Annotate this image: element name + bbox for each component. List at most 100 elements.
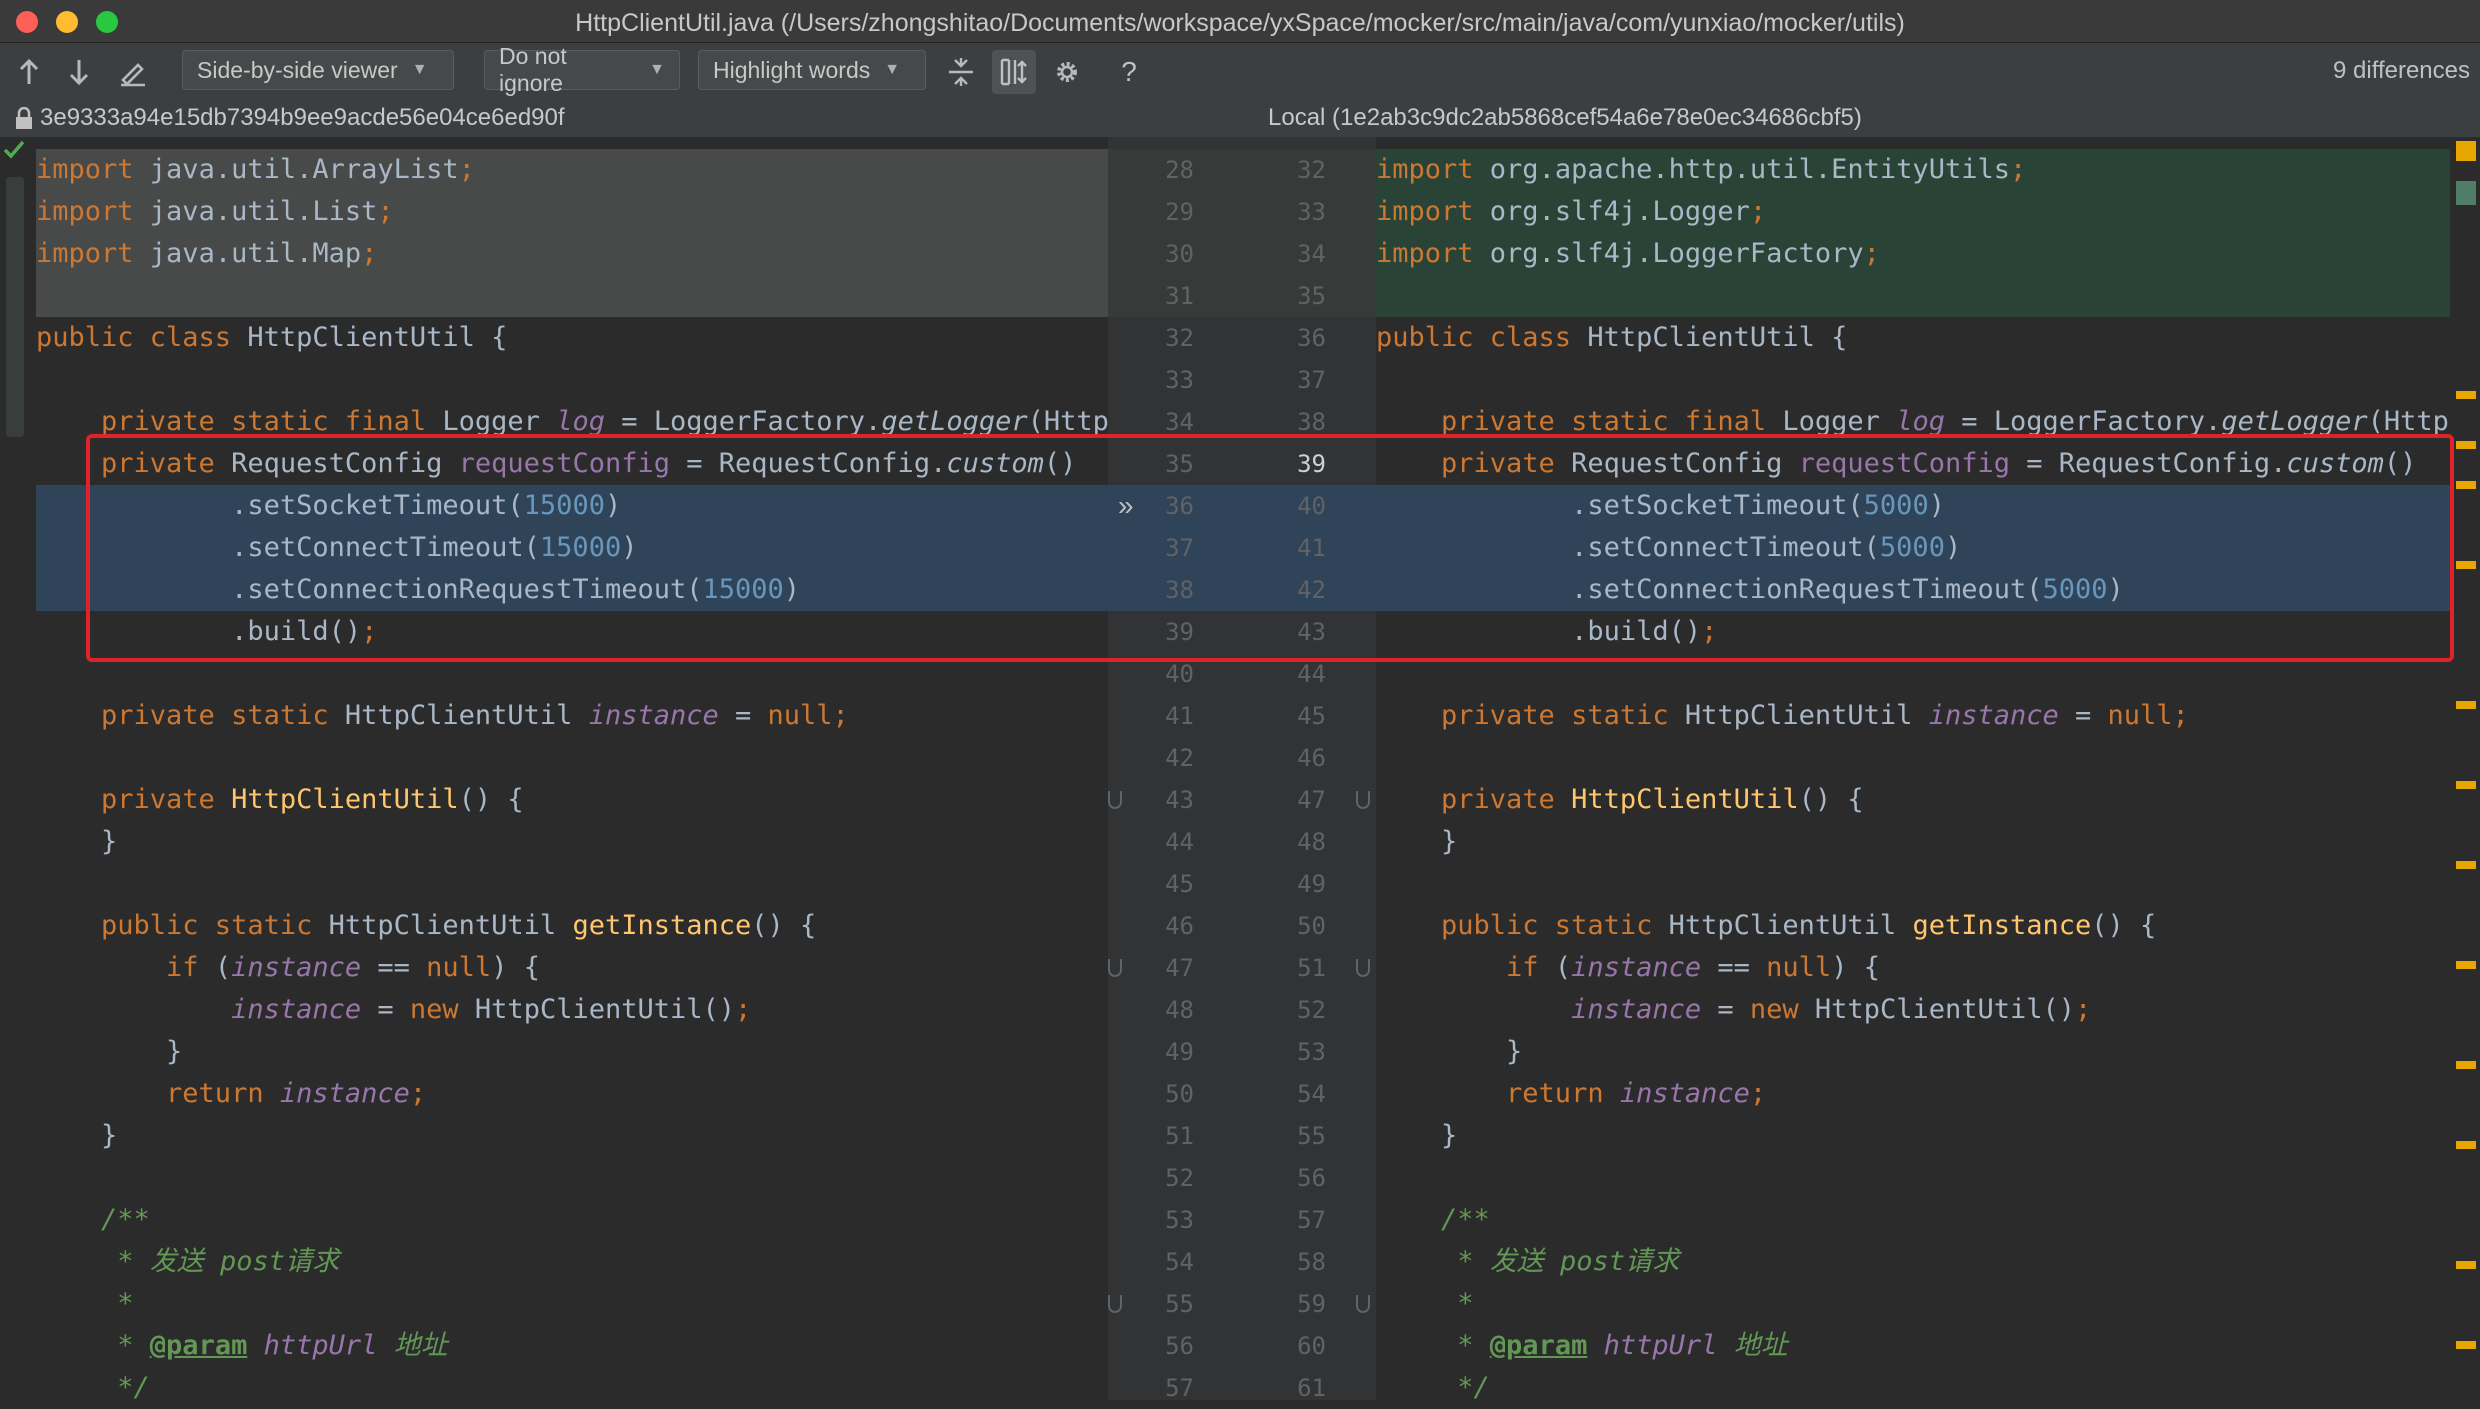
right-line-number: 54 bbox=[1297, 1080, 1326, 1108]
code-token: ( bbox=[1554, 952, 1572, 983]
fold-marker-icon[interactable] bbox=[1356, 959, 1370, 977]
code-line: * bbox=[36, 1283, 133, 1325]
code-line: import java.util.Map; bbox=[36, 233, 377, 275]
code-token: /** bbox=[36, 1204, 150, 1235]
change-marker[interactable] bbox=[2456, 1261, 2476, 1269]
left-line-number: 39 bbox=[1165, 618, 1194, 646]
change-marker[interactable] bbox=[2456, 781, 2476, 789]
right-line-number: 61 bbox=[1297, 1374, 1326, 1402]
settings-button[interactable] bbox=[1050, 55, 1084, 89]
chevron-down-icon: ▼ bbox=[411, 61, 428, 78]
code-token: ) bbox=[604, 490, 622, 521]
error-stripe[interactable] bbox=[2450, 137, 2480, 1400]
code-token: == bbox=[1701, 952, 1767, 983]
code-line: .setSocketTimeout(5000) bbox=[1376, 485, 1945, 527]
change-marker[interactable] bbox=[2456, 561, 2476, 569]
code-token: ; bbox=[2075, 994, 2092, 1025]
code-line: * @param httpUrl 地址 bbox=[36, 1325, 447, 1367]
help-button[interactable]: ? bbox=[1114, 55, 1144, 89]
change-marker[interactable] bbox=[2456, 481, 2476, 489]
code-line: } bbox=[1376, 1031, 1522, 1073]
ignore-whitespace-dropdown[interactable]: Do not ignore ▼ bbox=[484, 43, 680, 96]
code-token: HttpClientUtil { bbox=[1587, 322, 1848, 353]
change-marker[interactable] bbox=[2456, 181, 2476, 205]
code-token: java.util.List bbox=[149, 196, 378, 227]
code-token: () { bbox=[1798, 784, 1864, 815]
code-token: .setConnectTimeout( bbox=[1376, 532, 1880, 563]
right-line-number: 52 bbox=[1297, 996, 1326, 1024]
synchronize-scrolling-toggle[interactable] bbox=[992, 50, 1036, 94]
code-token: private bbox=[1376, 784, 1572, 815]
gear-icon bbox=[1057, 62, 1077, 82]
left-line-number: 49 bbox=[1165, 1038, 1194, 1066]
change-marker[interactable] bbox=[2456, 1061, 2476, 1069]
left-line-number: 29 bbox=[1165, 198, 1194, 226]
code-token: public class bbox=[36, 322, 248, 353]
left-line-number: 50 bbox=[1165, 1080, 1194, 1108]
code-line: private RequestConfig requestConfig = Re… bbox=[36, 443, 1076, 485]
change-marker[interactable] bbox=[2456, 961, 2476, 969]
left-line-number: 38 bbox=[1165, 576, 1194, 604]
right-editor-pane[interactable]: import org.apache.http.util.EntityUtils;… bbox=[1376, 137, 2450, 1400]
code-line: * 发送 post请求 bbox=[36, 1241, 339, 1283]
code-token: .setConnectionRequestTimeout( bbox=[36, 574, 703, 605]
fold-marker-icon[interactable] bbox=[1108, 791, 1122, 809]
left-line-number: 31 bbox=[1165, 282, 1194, 310]
left-scrollbar-thumb[interactable] bbox=[6, 177, 24, 437]
code-line: public class HttpClientUtil { bbox=[36, 317, 507, 359]
code-token: public static bbox=[1376, 910, 1669, 941]
highlight-mode-dropdown[interactable]: Highlight words ▼ bbox=[698, 50, 926, 90]
code-line: if (instance == null) { bbox=[36, 947, 540, 989]
code-token: .setConnectionRequestTimeout( bbox=[1376, 574, 2043, 605]
code-line: } bbox=[36, 821, 117, 863]
code-line: .setSocketTimeout(15000) bbox=[36, 485, 621, 527]
change-marker[interactable] bbox=[2456, 441, 2476, 449]
viewer-mode-dropdown[interactable]: Side-by-side viewer ▼ bbox=[182, 50, 454, 90]
ignore-mode-label: Do not ignore bbox=[499, 43, 567, 96]
fold-marker-icon[interactable] bbox=[1108, 959, 1122, 977]
edit-source-button[interactable] bbox=[116, 55, 150, 89]
change-marker[interactable] bbox=[2456, 141, 2476, 161]
change-marker[interactable] bbox=[2456, 701, 2476, 709]
left-line-number: 32 bbox=[1165, 324, 1194, 352]
change-marker[interactable] bbox=[2456, 1141, 2476, 1149]
code-token: Logger bbox=[1782, 406, 1897, 437]
code-token: * bbox=[36, 1330, 150, 1361]
code-line: public static HttpClientUtil getInstance… bbox=[1376, 905, 2156, 947]
code-token: () bbox=[2383, 448, 2417, 479]
code-line: import org.slf4j.LoggerFactory; bbox=[1376, 233, 1880, 275]
code-token: instance bbox=[1571, 952, 1702, 983]
fold-marker-icon[interactable] bbox=[1108, 1295, 1122, 1313]
change-marker[interactable] bbox=[2456, 861, 2476, 869]
code-token: private bbox=[36, 784, 232, 815]
code-token: java.util.Map bbox=[149, 238, 362, 269]
left-line-number: 40 bbox=[1165, 660, 1194, 688]
code-token: private static bbox=[1376, 700, 1685, 731]
code-token: () { bbox=[2091, 910, 2157, 941]
left-line-number: 51 bbox=[1165, 1122, 1194, 1150]
next-difference-button[interactable] bbox=[64, 55, 94, 89]
code-line: private HttpClientUtil() { bbox=[1376, 779, 1864, 821]
previous-difference-button[interactable] bbox=[14, 55, 44, 89]
change-marker[interactable] bbox=[2456, 391, 2476, 399]
fold-marker-icon[interactable] bbox=[1356, 1295, 1370, 1313]
fold-marker-icon[interactable] bbox=[1356, 791, 1370, 809]
code-line: * 发送 post请求 bbox=[1376, 1241, 1679, 1283]
code-token: HttpClientUtil() bbox=[1814, 994, 2076, 1025]
right-line-number: 32 bbox=[1297, 156, 1326, 184]
left-line-number: 33 bbox=[1165, 366, 1194, 394]
apply-change-arrow-icon[interactable]: » bbox=[1118, 485, 1134, 527]
code-token: = bbox=[2058, 700, 2108, 731]
code-token: } bbox=[36, 1120, 118, 1151]
code-token: (Http bbox=[1027, 406, 1108, 437]
code-token: requestConfig bbox=[458, 448, 670, 479]
code-token: () { bbox=[458, 784, 524, 815]
code-token: () bbox=[1043, 448, 1077, 479]
code-token: = RequestConfig. bbox=[669, 448, 947, 479]
code-token: httpUrl bbox=[263, 1330, 378, 1361]
collapse-unchanged-button[interactable] bbox=[944, 55, 978, 89]
code-token: private static final bbox=[1376, 406, 1783, 437]
left-editor-pane[interactable]: import java.util.ArrayList; import java.u… bbox=[36, 137, 1108, 1400]
change-marker[interactable] bbox=[2456, 1341, 2476, 1349]
code-token: instance bbox=[231, 952, 362, 983]
